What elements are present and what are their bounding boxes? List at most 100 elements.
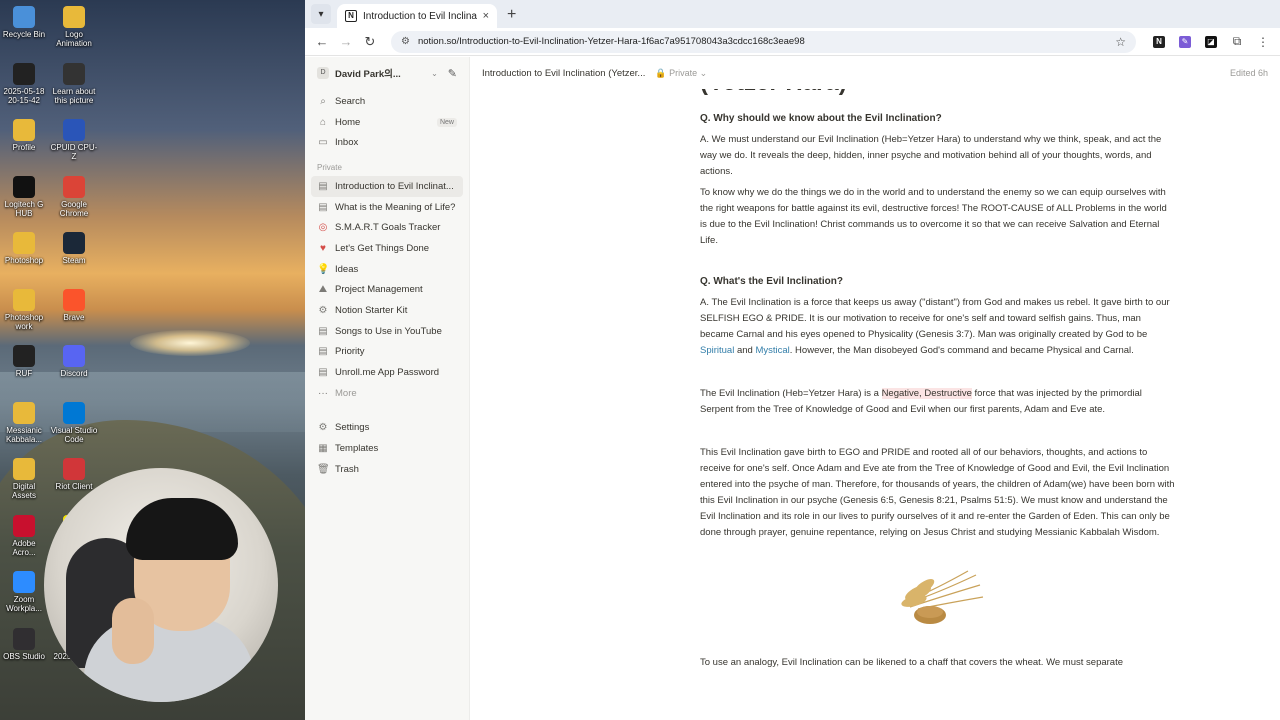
extension-pen[interactable]: ✎ [1174,31,1196,53]
desktop-icon[interactable]: Photoshop [0,232,48,265]
sidebar-page-unroll-me-app-password[interactable]: ▤ Unroll.me App Password [311,362,463,383]
sidebar-item-trash[interactable]: 🗑 Trash [311,459,463,480]
link-spiritual[interactable]: Spiritual [700,345,734,356]
sidebar-item-label: Settings [335,422,370,434]
breadcrumb[interactable]: Introduction to Evil Inclination (Yetzer… [482,68,645,79]
paragraph[interactable]: The Evil Inclination (Heb=Yetzer Hara) i… [700,386,1175,418]
paragraph[interactable]: To use an analogy, Evil Inclination can … [700,655,1175,671]
sidebar-item-templates[interactable]: ▦ Templates [311,438,463,459]
desktop-icon-label: RUF [15,369,33,378]
desktop-icon[interactable]: Recycle Bin [0,6,48,39]
paragraph[interactable]: This Evil Inclination gave birth to EGO … [700,445,1175,541]
desktop-icon[interactable]: RUF [0,345,48,378]
sidebar-page-priority[interactable]: ▤ Priority [311,342,463,363]
sidebar-item-search[interactable]: ⌕ Search [311,91,463,112]
sidebar-page-project-management[interactable]: ⛰ Project Management [311,280,463,301]
tab-search-menu[interactable]: ▾ [311,4,331,24]
extensions-button[interactable]: ⧉ [1226,31,1248,53]
back-button[interactable]: ← [311,31,333,53]
desktop-icon[interactable]: OBS Studio [0,627,48,661]
sidebar-item-label: Home [335,116,361,128]
lightbulb-icon: 💡 [317,263,330,275]
desktop-icon[interactable]: Photoshop work [0,288,48,331]
desktop-icon[interactable]: Steam [50,232,98,265]
desktop-icon[interactable]: Brave [50,288,98,322]
sidebar-item-label: Notion Starter Kit [335,305,408,317]
camera-icon [63,62,85,85]
tab-strip: ▾ N Introduction to Evil Inclination × + [305,0,1280,28]
new-page-icon[interactable]: ✎ [448,67,457,80]
extension-dark[interactable]: ◪ [1200,31,1222,53]
wheat-image [887,563,988,629]
privacy-indicator[interactable]: 🔒 Private ⌄ [655,68,707,79]
text-run: A. The Evil Inclination is a force that … [700,297,1170,340]
text-run: . However, the Man disobeyed God's comma… [789,345,1134,356]
bookmark-star-icon[interactable]: ☆ [1115,35,1126,49]
new-tab-button[interactable]: + [507,6,516,24]
paragraph[interactable]: A. The Evil Inclination is a force that … [700,295,1175,359]
desktop-icon[interactable]: Adobe Acro... [0,514,48,557]
link-mystical[interactable]: Mystical [755,345,789,356]
reload-button[interactable]: ↻ [359,31,381,53]
privacy-label: Private [669,67,698,78]
desktop-icon-label: OBS Studio [3,651,45,661]
browser-menu-button[interactable]: ⋮ [1252,31,1274,53]
browser-window: ▾ N Introduction to Evil Inclination × +… [305,0,1280,720]
page-icon: ▤ [318,325,328,337]
sidebar-page-notion-starter-kit[interactable]: ⚙ Notion Starter Kit [311,300,463,321]
riot-icon [63,458,85,480]
tab-title: Introduction to Evil Inclination [363,10,477,22]
desktop-icon[interactable]: Riot Client [50,458,98,491]
forward-button[interactable]: → [335,31,357,53]
extension-notion[interactable]: N [1148,31,1170,53]
desktop-icon[interactable]: Google Chrome [50,175,98,218]
trash-icon: 🗑 [317,463,330,475]
site-info-icon[interactable]: ⚙ [401,36,410,47]
desktop-icon[interactable]: Learn about this picture [50,62,98,105]
desktop-icon-label: Brave [63,312,85,322]
sidebar-page-ideas[interactable]: 💡 Ideas [311,259,463,280]
image-block[interactable] [700,563,1175,629]
sidebar-page-songs-to-use-in-youtube[interactable]: ▤ Songs to Use in YouTube [311,321,463,342]
paragraph[interactable]: To know why we do the things we do in th… [700,185,1175,249]
gear-icon: ⚙ [318,422,328,434]
sidebar-item-settings[interactable]: ⚙ Settings [311,418,463,439]
sidebar-item-label: Ideas [335,263,359,275]
url-text[interactable]: notion.so/Introduction-to-Evil-Inclinati… [418,36,1115,47]
desktop-icon[interactable]: Digital Assets [0,458,48,500]
desktop-icon[interactable]: Profile [0,119,48,152]
zoom-icon [13,571,35,593]
desktop-icon[interactable]: Logo Animation [50,6,98,48]
sidebar-page-what-is-the-meaning-of-life[interactable]: ▤ What is the Meaning of Life? [311,197,463,218]
paragraph[interactable]: A. We must understand our Evil Inclinati… [700,132,1175,180]
pen-extension-icon: ✎ [1179,35,1191,48]
tab-active[interactable]: N Introduction to Evil Inclination × [337,4,497,28]
sidebar-page-let-s-get-things-done[interactable]: ♥ Let's Get Things Done [311,238,463,259]
brave-icon [63,288,85,311]
sidebar-item-inbox[interactable]: ▭ Inbox [311,132,463,153]
inbox-icon: ▭ [318,137,328,149]
desktop-icon[interactable]: Messianic Kabbala... [0,401,48,444]
wallpaper-sun [130,330,250,356]
question-heading[interactable]: Q. Why should we know about the Evil Inc… [700,111,1175,127]
desktop-icon[interactable]: Visual Studio Code [50,401,98,444]
target-icon: ◎ [318,222,328,234]
sidebar-item-home[interactable]: ⌂ Home New [311,112,463,133]
close-tab-icon[interactable]: × [483,10,489,22]
question-heading[interactable]: Q. What's the Evil Inclination? [700,274,1175,290]
logitech-g-icon [13,175,35,198]
desktop-icon[interactable]: Discord [50,345,98,378]
sidebar-page-introduction-to-evil-inclinat[interactable]: ▤ Introduction to Evil Inclinat... [311,176,463,197]
sidebar-item-label: Project Management [335,284,423,296]
sidebar-page-s-m-a-r-t-goals-tracker[interactable]: ◎ S.M.A.R.T Goals Tracker [311,217,463,238]
workspace-switcher[interactable]: D David Park의... ⌄ ✎ [311,65,463,81]
desktop-icon[interactable]: CPUID CPU-Z [50,119,98,161]
desktop-icon[interactable]: Logitech G HUB [0,175,48,218]
more-horizontal-icon: ··· [318,387,328,399]
desktop-icon[interactable]: Zoom Workpla... [0,571,48,613]
sidebar-more[interactable]: ··· More [311,383,463,404]
recycle-bin-icon [13,6,35,28]
dark-extension-icon: ◪ [1205,35,1217,48]
address-bar[interactable]: ⚙ notion.so/Introduction-to-Evil-Inclina… [391,30,1136,53]
desktop-icon[interactable]: 2025-05-18 20-15-42 [0,62,48,105]
